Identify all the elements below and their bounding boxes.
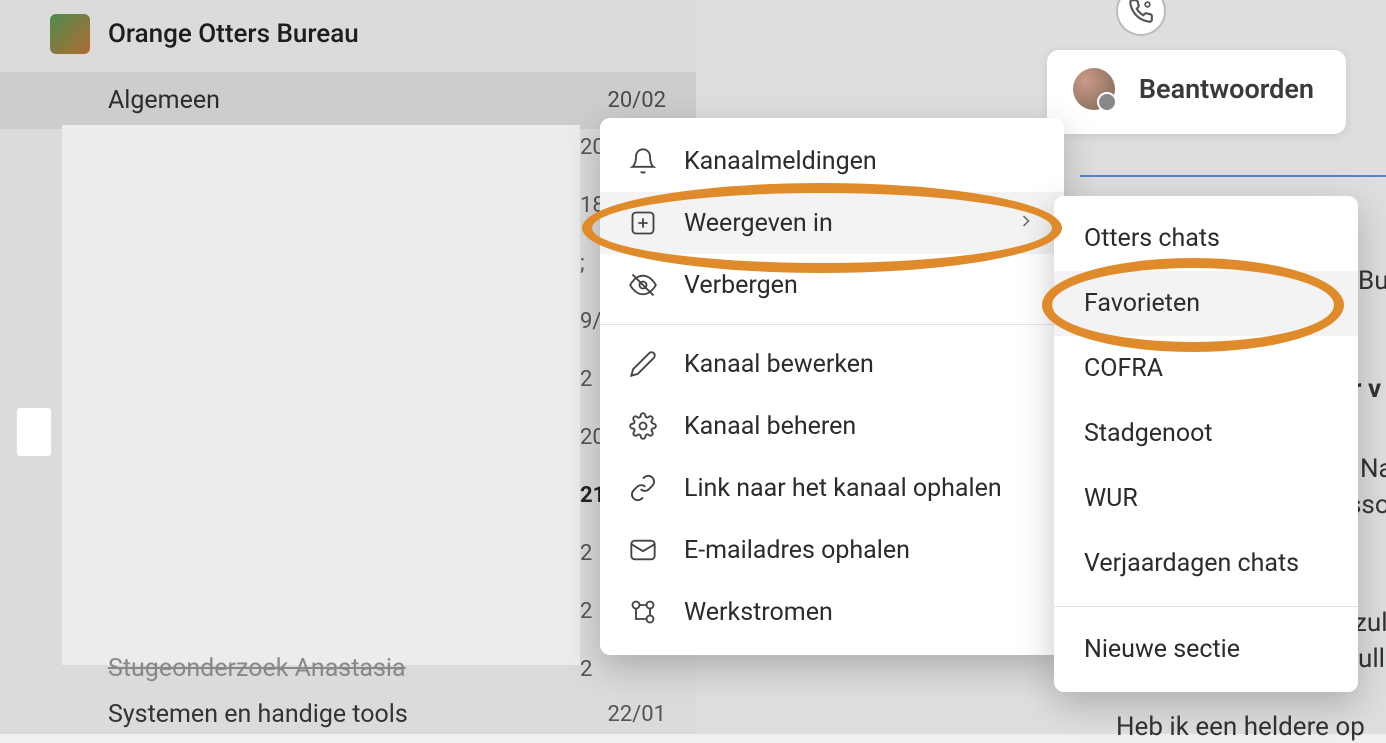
mail-icon bbox=[628, 535, 658, 565]
context-menu: Kanaalmeldingen Weergeven in Verbergen K… bbox=[600, 118, 1064, 655]
submenu-item-nieuwe-sectie[interactable]: Nieuwe sectie bbox=[1054, 617, 1358, 682]
submenu-weergeven-in: Otters chats Favorieten COFRA Stadgenoot… bbox=[1054, 196, 1358, 692]
content-snippet: Na bbox=[1360, 454, 1386, 484]
divider-line bbox=[1080, 175, 1386, 177]
menu-item-kanaal-beheren[interactable]: Kanaal beheren bbox=[600, 395, 1064, 457]
hide-icon bbox=[628, 270, 658, 300]
menu-item-email-ophalen[interactable]: E-mailadres ophalen bbox=[600, 519, 1064, 581]
menu-item-weergeven-in[interactable]: Weergeven in bbox=[600, 192, 1064, 254]
user-avatar bbox=[1073, 68, 1115, 110]
menu-item-kanaalmeldingen[interactable]: Kanaalmeldingen bbox=[600, 130, 1064, 192]
submenu-item-verjaardagen[interactable]: Verjaardagen chats bbox=[1054, 531, 1358, 596]
content-snippet: Bus bbox=[1358, 266, 1386, 296]
pencil-icon bbox=[628, 349, 658, 379]
reply-label: Beantwoorden bbox=[1139, 73, 1314, 105]
bell-icon bbox=[628, 146, 658, 176]
channel-partial: Stugeonderzoek Anastasia bbox=[108, 654, 406, 683]
submenu-divider bbox=[1054, 606, 1358, 607]
menu-label: Weergeven in bbox=[684, 209, 833, 238]
reply-bar[interactable]: Beantwoorden bbox=[1047, 50, 1346, 134]
left-slim-box bbox=[16, 407, 52, 457]
workflow-icon bbox=[628, 597, 658, 627]
menu-label: Link naar het kanaal ophalen bbox=[684, 474, 1002, 503]
content-snippet: Heb ik een heldere op bbox=[1116, 712, 1365, 742]
add-box-icon bbox=[628, 208, 658, 238]
menu-label: Kanaal beheren bbox=[684, 412, 856, 441]
content-snippet: ull bbox=[1358, 644, 1385, 674]
submenu-item-wur[interactable]: WUR bbox=[1054, 466, 1358, 531]
channel-row-systemen[interactable]: Systemen en handige tools 22/01 bbox=[0, 686, 696, 743]
channel-label: Systemen en handige tools bbox=[108, 700, 408, 729]
content-snippet: zul bbox=[1354, 608, 1386, 638]
channel-date: 22/01 bbox=[607, 702, 666, 727]
link-icon bbox=[628, 473, 658, 503]
submenu-item-stadgenoot[interactable]: Stadgenoot bbox=[1054, 401, 1358, 466]
submenu-item-cofra[interactable]: COFRA bbox=[1054, 336, 1358, 401]
menu-item-verbergen[interactable]: Verbergen bbox=[600, 254, 1064, 316]
submenu-item-otters-chats[interactable]: Otters chats bbox=[1054, 206, 1358, 271]
chevron-right-icon bbox=[1016, 209, 1036, 238]
menu-label: Werkstromen bbox=[684, 598, 833, 627]
menu-label: Verbergen bbox=[684, 271, 798, 300]
menu-item-kanaal-bewerken[interactable]: Kanaal bewerken bbox=[600, 333, 1064, 395]
menu-item-werkstromen[interactable]: Werkstromen bbox=[600, 581, 1064, 643]
menu-label: Kanaalmeldingen bbox=[684, 147, 877, 176]
gear-icon bbox=[628, 411, 658, 441]
blank-sidebar-area bbox=[62, 125, 580, 665]
menu-item-link-ophalen[interactable]: Link naar het kanaal ophalen bbox=[600, 457, 1064, 519]
menu-label: E-mailadres ophalen bbox=[684, 536, 910, 565]
menu-divider bbox=[600, 324, 1064, 325]
date-item: 2 bbox=[580, 657, 614, 682]
submenu-item-favorieten[interactable]: Favorieten bbox=[1054, 271, 1358, 336]
menu-label: Kanaal bewerken bbox=[684, 350, 874, 379]
